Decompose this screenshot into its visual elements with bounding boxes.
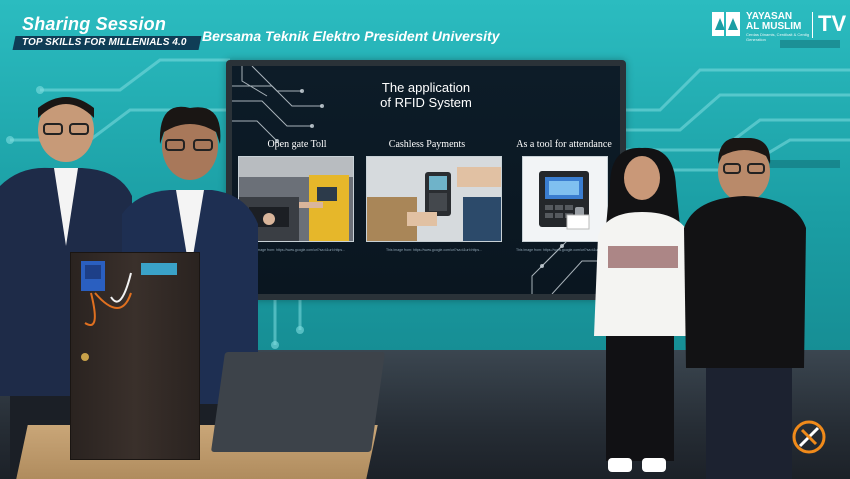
logo-mark-icon xyxy=(712,12,740,36)
slide-title-line2: of RFID System xyxy=(380,95,472,110)
banner-subtitle: TOP SKILLS FOR MILLENIALS 4.0 xyxy=(22,37,187,48)
cashless-payment-photo xyxy=(366,156,502,242)
presentation-screen: The application of RFID System Open gate… xyxy=(226,60,626,300)
slide-caption-payments: This image from: https://www.google.com/… xyxy=(385,248,483,252)
video-frame: Sharing Session TOP SKILLS FOR MILLENIAL… xyxy=(0,0,850,479)
rfid-prototype-board xyxy=(70,252,200,460)
logo-tagline: Cerdas Dinamis, Cerdikait & Cerdig Gener… xyxy=(746,32,810,42)
laptop xyxy=(210,352,386,452)
slide-column-title-payments: Cashless Payments xyxy=(388,139,466,150)
logo-tv: TV xyxy=(818,11,847,36)
presenter-4 xyxy=(684,138,806,479)
logo-name-line2: AL MUSLIM xyxy=(746,21,802,32)
corner-badge-icon xyxy=(792,420,826,454)
channel-logo: YAYASAN AL MUSLIM Cerdas Dinamis, Cerdik… xyxy=(712,10,847,46)
logo-divider xyxy=(812,12,813,38)
banner-tagline: Bersama Teknik Elektro President Univers… xyxy=(202,28,500,44)
banner-title: Sharing Session xyxy=(22,14,167,34)
slide-title-line1: The application xyxy=(381,80,471,95)
slide: The application of RFID System Open gate… xyxy=(232,66,620,294)
